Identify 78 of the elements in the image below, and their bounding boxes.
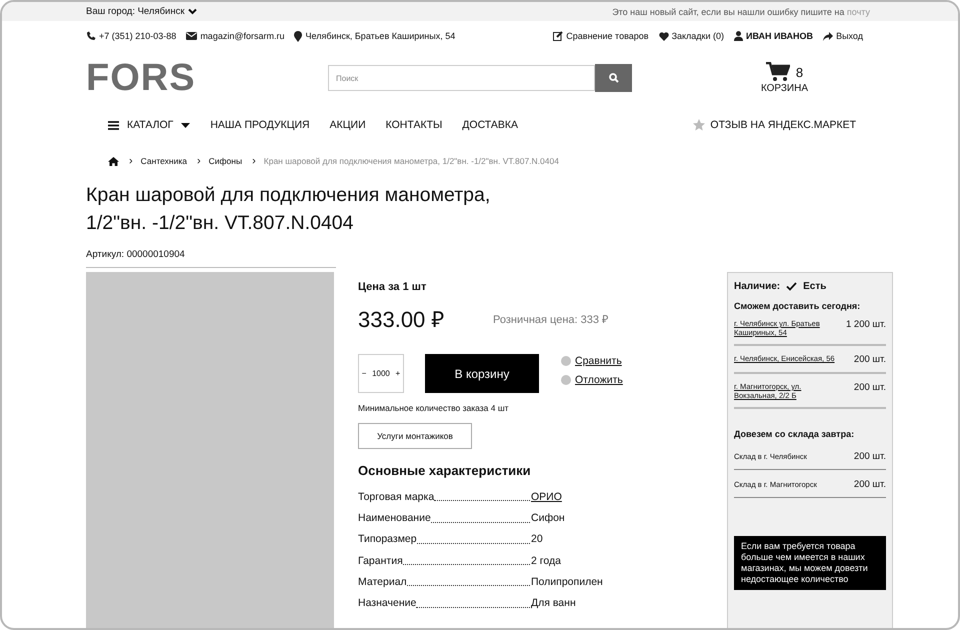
quantity-stepper[interactable]: − 1000 + bbox=[358, 354, 404, 393]
spec-value: 2 года bbox=[531, 554, 562, 567]
exit-arrow-icon bbox=[823, 32, 834, 40]
star-icon bbox=[693, 119, 706, 131]
article-number: Артикул: 00000010904 bbox=[86, 249, 336, 268]
pin-icon bbox=[294, 30, 302, 42]
spec-name: Назначение bbox=[358, 597, 416, 610]
home-icon[interactable] bbox=[108, 156, 119, 166]
heart-icon bbox=[658, 32, 669, 40]
address-text: Челябинск, Братьев Кашириных, 54 bbox=[305, 31, 456, 41]
nav-link[interactable]: НАША ПРОДУКЦИЯ bbox=[210, 119, 310, 131]
add-to-cart-button[interactable]: В корзину bbox=[425, 354, 539, 393]
breadcrumb-link[interactable]: Сифоны bbox=[208, 156, 242, 166]
retail-price: Розничная цена: 333 ₽ bbox=[493, 312, 608, 326]
envelope-icon bbox=[186, 32, 198, 40]
separator-icon: › bbox=[252, 155, 256, 167]
price-label: Цена за 1 шт bbox=[358, 281, 428, 293]
phone-icon bbox=[86, 31, 96, 41]
spec-name: Наименование bbox=[358, 512, 431, 524]
min-order-note: Минимальное количество заказа 4 шт bbox=[358, 403, 510, 413]
caret-icon bbox=[181, 122, 190, 128]
spec-value: 20 bbox=[531, 533, 544, 546]
action-link[interactable]: Сравнить bbox=[575, 355, 622, 367]
spec-value: Для ванн bbox=[531, 597, 577, 610]
cart-label[interactable]: КОРЗИНА bbox=[760, 83, 808, 94]
section-heading: Довезем со склада завтра: bbox=[734, 429, 856, 439]
circle-icon bbox=[561, 375, 571, 385]
search-icon bbox=[608, 73, 618, 83]
logo[interactable]: FORS bbox=[86, 56, 328, 100]
spec-value: Сифон bbox=[531, 512, 566, 524]
nav-link[interactable]: КОНТАКТЫ bbox=[386, 119, 442, 131]
separator-icon: › bbox=[197, 155, 201, 167]
product-title: Кран шаровой для подключения манометра, bbox=[86, 183, 490, 208]
availability-status: Есть bbox=[803, 281, 826, 292]
city-selector[interactable]: Ваш город: Челябинск bbox=[86, 6, 196, 17]
spec-name: Типоразмер bbox=[358, 533, 417, 546]
action-link[interactable]: Отложить bbox=[575, 374, 623, 386]
price: 333.00 ₽ bbox=[358, 306, 446, 333]
notice-text: Это наш новый сайт, если вы нашли ошибку пишите на почту bbox=[612, 6, 870, 16]
nav-link[interactable]: АКЦИИ bbox=[330, 119, 366, 131]
spec-name: Материал bbox=[358, 576, 407, 588]
chevron-icon bbox=[188, 8, 196, 15]
info-note: Если вам требуется товара больше чем имеется в наших магазинах, мы можем довезти недостающее количество bbox=[734, 536, 886, 590]
product-title: 1/2"вн. -1/2"вн. VT.807.N.0404 bbox=[86, 211, 354, 236]
email-link[interactable]: magazin@forsarm.ru bbox=[200, 31, 284, 41]
spec-name: Гарантия bbox=[358, 554, 403, 567]
breadcrumb-link[interactable]: Кран шаровой для подключения манометра, 1/2"вн. -1/2"вн. VT.807.N.0404 bbox=[264, 156, 559, 166]
spec-link[interactable]: ОРИО bbox=[531, 490, 658, 503]
section-heading: Сможем доставить сегодня: bbox=[734, 301, 862, 311]
menu-icon bbox=[108, 120, 119, 130]
user-name[interactable]: ИВАН ИВАНОВ bbox=[746, 31, 814, 41]
spec-name: Торговая марка bbox=[358, 490, 434, 503]
cart-icon[interactable] bbox=[766, 62, 790, 82]
stock-quantity: 200 шт. bbox=[854, 354, 886, 365]
search-button[interactable] bbox=[595, 64, 632, 92]
catalog-menu[interactable]: КАТАЛОГ bbox=[108, 119, 190, 131]
logout-link[interactable]: Выход bbox=[836, 31, 863, 41]
compare-link[interactable]: Сравнение товаров bbox=[566, 31, 649, 41]
stock-quantity: 1 200 шт. bbox=[846, 319, 886, 330]
breadcrumb-link[interactable]: Сантехника bbox=[140, 156, 187, 166]
stock-quantity: 200 шт. bbox=[854, 382, 886, 393]
nav-link[interactable]: ДОСТАВКА bbox=[462, 119, 518, 131]
user-icon bbox=[734, 31, 744, 41]
bookmarks-link[interactable]: Закладки (0) bbox=[672, 31, 724, 41]
edit-icon bbox=[553, 31, 564, 41]
availability-label: Наличие: bbox=[734, 281, 780, 292]
cart-count: 8 bbox=[796, 64, 804, 80]
specs-heading: Основные характеристики bbox=[358, 463, 532, 478]
circle-icon bbox=[561, 356, 571, 366]
separator-icon: › bbox=[129, 155, 133, 167]
spec-value: Полипропилен bbox=[531, 576, 604, 588]
installers-button[interactable]: Услуги монтажиков bbox=[358, 423, 472, 449]
stock-quantity: 200 шт. bbox=[854, 451, 886, 462]
phone-number[interactable]: +7 (351) 210-03-88 bbox=[99, 31, 176, 41]
review-link[interactable]: ОТЗЫВ НА ЯНДЕКС.МАРКЕТ bbox=[710, 119, 856, 131]
stock-quantity: 200 шт. bbox=[854, 479, 886, 490]
check-icon bbox=[786, 282, 798, 291]
search-field[interactable]: Поиск bbox=[328, 65, 595, 91]
